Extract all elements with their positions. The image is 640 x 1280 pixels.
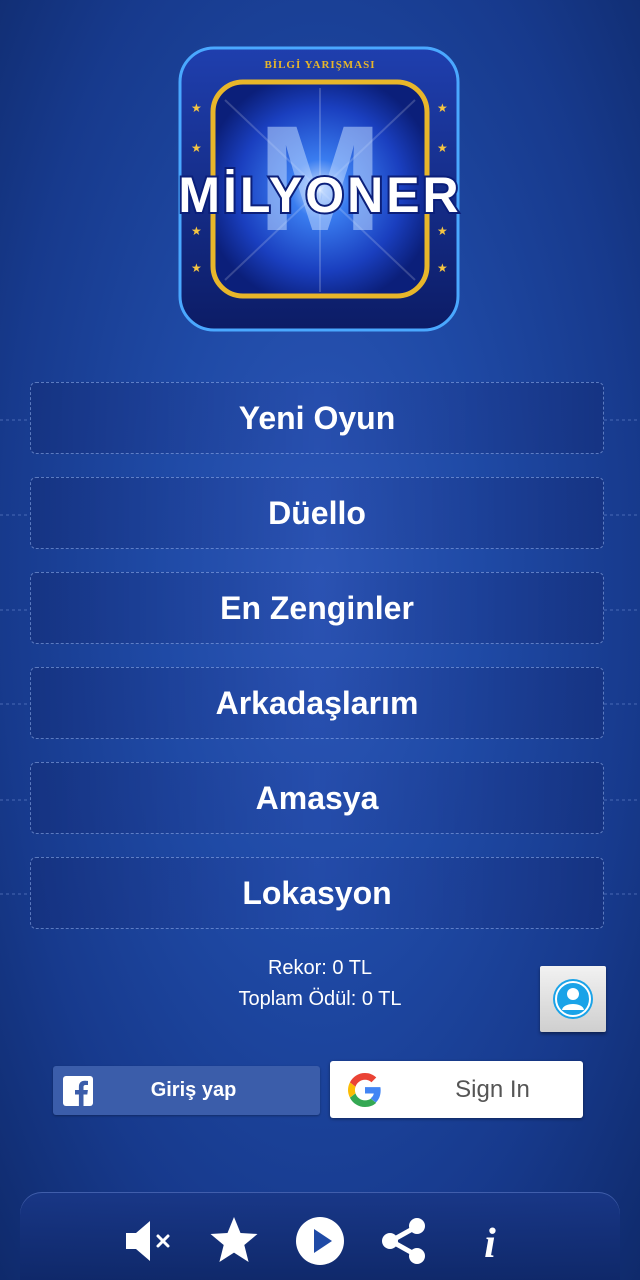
svg-text:★: ★ — [191, 261, 202, 275]
facebook-login-button[interactable]: Giriş yap — [53, 1066, 320, 1115]
google-icon — [348, 1072, 381, 1107]
info-icon: i — [484, 1221, 496, 1267]
info-button[interactable]: i — [462, 1213, 518, 1269]
duel-button[interactable]: Düello — [30, 477, 604, 549]
main-menu: Yeni Oyun Düello En Zenginler Arkadaşlar… — [30, 382, 604, 952]
leaderboard-button[interactable]: En Zenginler — [30, 572, 604, 644]
share-icon — [382, 1218, 425, 1264]
google-signin-label: Sign In — [455, 1075, 530, 1103]
new-game-button[interactable]: Yeni Oyun — [30, 382, 604, 454]
share-button[interactable] — [376, 1213, 432, 1269]
star-icon — [210, 1217, 258, 1262]
svg-text:★: ★ — [437, 261, 448, 275]
location-button[interactable]: Lokasyon — [30, 857, 604, 929]
mute-button[interactable] — [122, 1213, 178, 1269]
svg-text:★: ★ — [191, 141, 202, 155]
svg-text:★: ★ — [191, 224, 202, 238]
play-button[interactable] — [292, 1213, 348, 1269]
svg-text:★: ★ — [437, 101, 448, 115]
facebook-login-label: Giriş yap — [150, 1079, 237, 1101]
rate-button[interactable] — [206, 1213, 262, 1269]
profile-button[interactable] — [540, 966, 606, 1032]
mute-icon — [126, 1221, 170, 1261]
svg-text:★: ★ — [437, 141, 448, 155]
google-signin-button[interactable]: Sign In — [330, 1061, 583, 1118]
svg-text:i: i — [484, 1221, 496, 1267]
logo-title: MİLYONER — [178, 167, 461, 223]
amasya-button[interactable]: Amasya — [30, 762, 604, 834]
play-icon — [296, 1217, 344, 1265]
facebook-icon — [63, 1075, 93, 1106]
friends-button[interactable]: Arkadaşlarım — [30, 667, 604, 739]
svg-text:★: ★ — [437, 224, 448, 238]
game-logo: M BİLGİ YARIŞMASI ★ ★ ★ ★ ★ ★ ★ ★ MİLYONER — [165, 40, 485, 340]
user-icon — [553, 979, 593, 1019]
logo-subtitle: BİLGİ YARIŞMASI — [264, 59, 375, 71]
svg-text:★: ★ — [191, 101, 202, 115]
